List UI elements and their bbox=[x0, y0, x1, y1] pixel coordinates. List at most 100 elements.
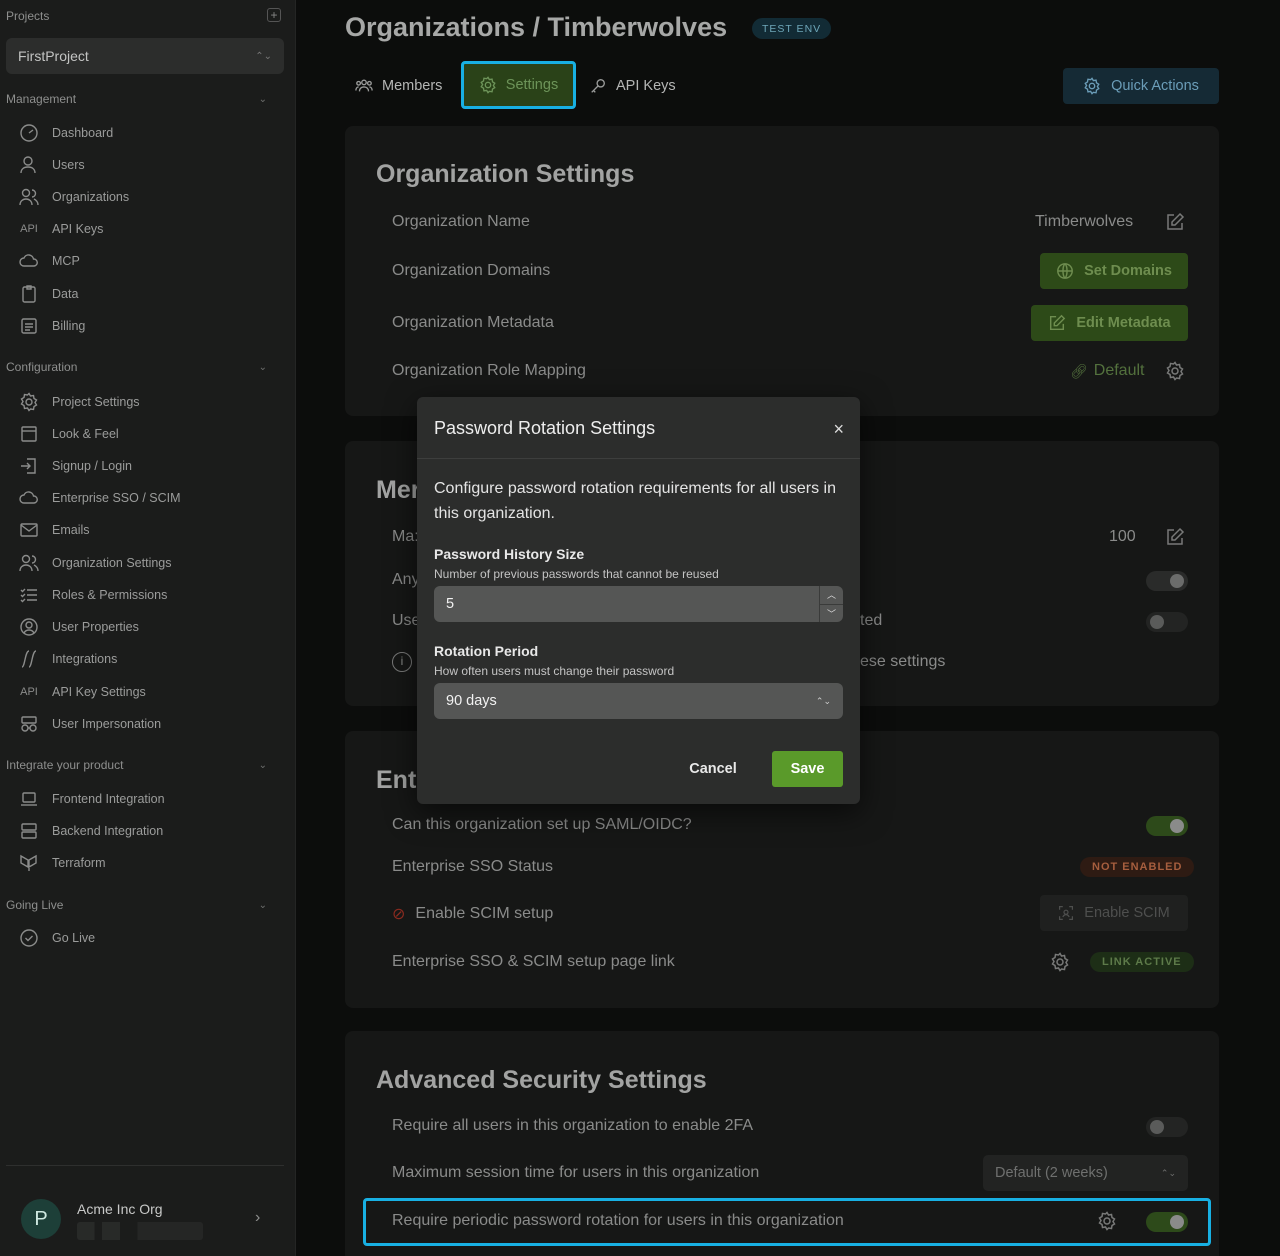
rotation-period-value: 90 days bbox=[446, 693, 497, 709]
sidebar-item-backend-integration[interactable]: Backend Integration bbox=[18, 820, 163, 842]
user-circle-icon bbox=[18, 616, 40, 638]
sidebar-item-organization-settings[interactable]: Organization Settings bbox=[18, 552, 172, 574]
set-domains-button[interactable]: Set Domains bbox=[1040, 253, 1188, 289]
tab-settings[interactable]: Settings bbox=[461, 61, 576, 109]
edit-icon[interactable] bbox=[1165, 212, 1185, 237]
sidebar-item-api-key-settings[interactable]: API API Key Settings bbox=[18, 681, 146, 703]
chevron-right-icon[interactable]: › bbox=[255, 1209, 260, 1227]
window-icon bbox=[18, 423, 40, 445]
chevron-down-icon[interactable]: ﹀ bbox=[820, 603, 843, 623]
members-row3-toggle[interactable] bbox=[1146, 612, 1188, 632]
scan-icon bbox=[1059, 906, 1074, 920]
edit-icon[interactable] bbox=[1165, 527, 1185, 552]
tab-members[interactable]: Members bbox=[355, 70, 442, 102]
session-time-select[interactable]: Default (2 weeks) ⌃⌄ bbox=[983, 1155, 1188, 1191]
modal-description: Configure password rotation requirements… bbox=[434, 480, 836, 522]
sidebar-item-billing[interactable]: Billing bbox=[18, 315, 85, 337]
sidebar-item-terraform[interactable]: Terraform bbox=[18, 852, 105, 874]
cloud-icon bbox=[18, 250, 40, 272]
sidebar-item-project-settings[interactable]: Project Settings bbox=[18, 391, 140, 413]
twofa-label: Require all users in this organization t… bbox=[392, 1117, 754, 1134]
history-size-label: Password History Size bbox=[434, 546, 585, 562]
sidebar-item-enterprise-sso[interactable]: Enterprise SSO / SCIM bbox=[18, 487, 181, 509]
members-row3-tail: ted bbox=[860, 612, 883, 629]
scim-label: Enable SCIM setup bbox=[415, 905, 554, 922]
section-label: Configuration bbox=[6, 360, 78, 374]
sidebar-item-mcp[interactable]: MCP bbox=[18, 250, 80, 272]
quantity-stepper[interactable]: ︿ ﹀ bbox=[819, 586, 843, 622]
org-name-value: Timberwolves bbox=[1035, 213, 1134, 230]
section-management[interactable]: Management ⌄ bbox=[6, 91, 283, 107]
list-check-icon bbox=[18, 584, 40, 606]
api-icon: API bbox=[20, 223, 38, 235]
sidebar-item-data[interactable]: Data bbox=[18, 283, 78, 305]
cancel-button[interactable]: Cancel bbox=[679, 751, 747, 787]
sidebar-item-look-feel[interactable]: Look & Feel bbox=[18, 423, 119, 445]
add-project-icon[interactable]: + bbox=[267, 8, 281, 22]
sidebar-item-label: API Key Settings bbox=[52, 685, 146, 699]
impersonation-icon bbox=[18, 713, 40, 735]
history-size-input[interactable]: 5 ︿ ﹀ bbox=[434, 586, 843, 622]
edit-metadata-button[interactable]: Edit Metadata bbox=[1031, 305, 1188, 341]
server-icon bbox=[18, 820, 40, 842]
sidebar-item-dashboard[interactable]: Dashboard bbox=[18, 122, 113, 144]
org-name[interactable]: Acme Inc Org bbox=[77, 1201, 163, 1217]
page-title: Organizations / Timberwolves bbox=[345, 12, 728, 42]
sidebar-item-label: Organization Settings bbox=[52, 556, 172, 570]
sidebar-item-label: API Keys bbox=[52, 222, 104, 236]
bug-off-icon: ⊘ bbox=[392, 906, 406, 923]
twofa-toggle[interactable] bbox=[1146, 1117, 1188, 1137]
sidebar-item-users[interactable]: Users bbox=[18, 154, 85, 176]
tab-api-keys[interactable]: API Keys bbox=[589, 70, 676, 102]
chevron-up-icon[interactable]: ︿ bbox=[820, 586, 843, 604]
rotation-row-highlight bbox=[363, 1198, 1211, 1246]
sidebar-item-roles[interactable]: Roles & Permissions bbox=[18, 584, 167, 606]
section-going-live[interactable]: Going Live ⌄ bbox=[6, 897, 283, 913]
password-rotation-modal: Password Rotation Settings × Configure p… bbox=[417, 397, 860, 804]
members-row2-label: Any bbox=[392, 571, 420, 588]
sidebar-item-go-live[interactable]: Go Live bbox=[18, 927, 95, 949]
sidebar-item-integrations[interactable]: Integrations bbox=[18, 648, 117, 670]
gear-icon[interactable] bbox=[1165, 361, 1185, 386]
env-badge: TEST ENV bbox=[752, 18, 832, 39]
gear-icon[interactable] bbox=[1050, 952, 1070, 977]
section-configuration[interactable]: Configuration ⌄ bbox=[6, 359, 283, 375]
status-badge: LINK ACTIVE bbox=[1090, 952, 1194, 972]
sidebar-item-label: Backend Integration bbox=[52, 824, 164, 838]
sidebar-item-label: Billing bbox=[52, 319, 86, 333]
card-title: Mer bbox=[376, 476, 421, 504]
rotation-period-select[interactable]: 90 days ⌃⌄ bbox=[434, 683, 843, 719]
role-mapping-link[interactable]: 🔗︎ Default bbox=[1070, 362, 1144, 380]
sidebar-item-label: Signup / Login bbox=[52, 459, 132, 473]
chevron-down-icon: ⌄ bbox=[258, 899, 267, 911]
section-integrate[interactable]: Integrate your product ⌄ bbox=[6, 757, 283, 773]
saml-label: Can this organization set up SAML/OIDC? bbox=[392, 816, 692, 833]
divider bbox=[417, 458, 860, 459]
clipboard-icon bbox=[18, 283, 40, 305]
saml-toggle[interactable] bbox=[1146, 816, 1188, 836]
project-select[interactable]: FirstProject ⌃⌄ bbox=[6, 38, 284, 74]
avatar[interactable]: P bbox=[21, 1199, 61, 1239]
org-domains-label: Organization Domains bbox=[392, 262, 551, 279]
sidebar-item-user-properties[interactable]: User Properties bbox=[18, 616, 139, 638]
save-button[interactable]: Save bbox=[772, 751, 843, 787]
sidebar-item-label: MCP bbox=[52, 254, 80, 268]
gear-icon bbox=[480, 76, 496, 94]
sidebar-item-label: Data bbox=[52, 287, 79, 301]
modal-title: Password Rotation Settings bbox=[434, 418, 656, 438]
sidebar-item-signup-login[interactable]: Signup / Login bbox=[18, 455, 132, 477]
card-title: Ent bbox=[376, 766, 417, 794]
sidebar-item-frontend-integration[interactable]: Frontend Integration bbox=[18, 788, 165, 810]
history-size-value: 5 bbox=[446, 596, 455, 612]
quick-actions-button[interactable]: Quick Actions bbox=[1063, 68, 1219, 104]
members-row4-tail: ese settings bbox=[860, 653, 946, 670]
projects-header: Projects bbox=[6, 8, 283, 24]
sidebar-item-organizations[interactable]: Organizations bbox=[18, 186, 129, 208]
sidebar-item-api-keys[interactable]: API API Keys bbox=[18, 218, 103, 240]
members-row2-toggle[interactable] bbox=[1146, 571, 1188, 591]
sidebar-item-user-impersonation[interactable]: User Impersonation bbox=[18, 713, 161, 735]
edit-icon bbox=[1050, 314, 1066, 331]
enable-scim-button[interactable]: Enable SCIM bbox=[1040, 895, 1188, 931]
sidebar-item-emails[interactable]: Emails bbox=[18, 519, 90, 541]
close-icon[interactable]: × bbox=[833, 419, 844, 440]
